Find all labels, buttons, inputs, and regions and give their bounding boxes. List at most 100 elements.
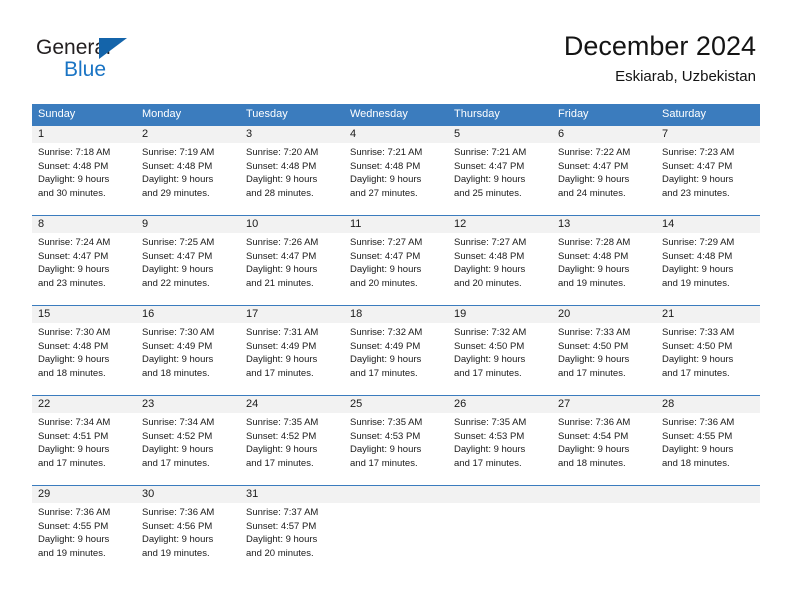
day-number[interactable]: 22 bbox=[32, 396, 136, 413]
day-number[interactable]: 9 bbox=[136, 216, 240, 233]
day-number[interactable]: 19 bbox=[448, 306, 552, 323]
sunset-text: Sunset: 4:55 PM bbox=[38, 520, 109, 532]
sunset-text: Sunset: 4:48 PM bbox=[246, 160, 317, 172]
day-number[interactable]: 25 bbox=[344, 396, 448, 413]
general-blue-logo[interactable]: General Blue bbox=[36, 36, 156, 84]
sunset-text: Sunset: 4:48 PM bbox=[38, 160, 109, 172]
daylight-text-line1: Daylight: 9 hours bbox=[246, 444, 318, 455]
week-detail-row: Sunrise: 7:18 AM Sunset: 4:48 PM Dayligh… bbox=[32, 143, 760, 215]
day-cell[interactable]: Sunrise: 7:30 AM Sunset: 4:49 PM Dayligh… bbox=[136, 323, 240, 395]
day-number[interactable]: 28 bbox=[656, 396, 760, 413]
daylight-text-line2: and 17 minutes. bbox=[350, 367, 418, 379]
day-cell[interactable]: Sunrise: 7:20 AM Sunset: 4:48 PM Dayligh… bbox=[240, 143, 344, 215]
day-cell[interactable]: Sunrise: 7:18 AM Sunset: 4:48 PM Dayligh… bbox=[32, 143, 136, 215]
day-cell[interactable]: Sunrise: 7:34 AM Sunset: 4:52 PM Dayligh… bbox=[136, 413, 240, 485]
daylight-text-line1: Daylight: 9 hours bbox=[142, 264, 214, 275]
calendar-grid: Sunday Monday Tuesday Wednesday Thursday… bbox=[32, 104, 760, 575]
calendar-week-row: 22 23 24 25 26 27 28 Sunrise: 7:34 AM Su… bbox=[32, 395, 760, 485]
day-number[interactable]: 31 bbox=[240, 486, 344, 503]
daylight-text-line2: and 25 minutes. bbox=[454, 187, 522, 199]
day-number[interactable]: 17 bbox=[240, 306, 344, 323]
day-number[interactable]: 12 bbox=[448, 216, 552, 233]
day-cell[interactable]: Sunrise: 7:32 AM Sunset: 4:49 PM Dayligh… bbox=[344, 323, 448, 395]
day-cell[interactable]: Sunrise: 7:27 AM Sunset: 4:48 PM Dayligh… bbox=[448, 233, 552, 305]
day-number[interactable]: 27 bbox=[552, 396, 656, 413]
day-cell[interactable]: Sunrise: 7:23 AM Sunset: 4:47 PM Dayligh… bbox=[656, 143, 760, 215]
sunrise-text: Sunrise: 7:36 AM bbox=[558, 417, 631, 428]
day-cell[interactable]: Sunrise: 7:24 AM Sunset: 4:47 PM Dayligh… bbox=[32, 233, 136, 305]
sunset-text: Sunset: 4:51 PM bbox=[38, 430, 109, 442]
daylight-text-line2: and 17 minutes. bbox=[142, 457, 210, 469]
day-number[interactable]: 10 bbox=[240, 216, 344, 233]
sunset-text: Sunset: 4:47 PM bbox=[350, 250, 421, 262]
day-cell[interactable]: Sunrise: 7:27 AM Sunset: 4:47 PM Dayligh… bbox=[344, 233, 448, 305]
day-number[interactable]: 23 bbox=[136, 396, 240, 413]
page-subtitle: Eskiarab, Uzbekistan bbox=[615, 68, 756, 85]
daylight-text-line1: Daylight: 9 hours bbox=[142, 174, 214, 185]
day-number[interactable]: 20 bbox=[552, 306, 656, 323]
day-number[interactable]: 11 bbox=[344, 216, 448, 233]
sunrise-text: Sunrise: 7:26 AM bbox=[246, 237, 319, 248]
day-cell[interactable]: Sunrise: 7:35 AM Sunset: 4:53 PM Dayligh… bbox=[448, 413, 552, 485]
sunset-text: Sunset: 4:47 PM bbox=[142, 250, 213, 262]
day-cell[interactable]: Sunrise: 7:26 AM Sunset: 4:47 PM Dayligh… bbox=[240, 233, 344, 305]
day-cell[interactable]: Sunrise: 7:29 AM Sunset: 4:48 PM Dayligh… bbox=[656, 233, 760, 305]
daylight-text-line2: and 18 minutes. bbox=[38, 367, 106, 379]
day-cell[interactable]: Sunrise: 7:36 AM Sunset: 4:54 PM Dayligh… bbox=[552, 413, 656, 485]
sunrise-text: Sunrise: 7:31 AM bbox=[246, 327, 319, 338]
day-cell[interactable]: Sunrise: 7:32 AM Sunset: 4:50 PM Dayligh… bbox=[448, 323, 552, 395]
day-cell[interactable]: Sunrise: 7:34 AM Sunset: 4:51 PM Dayligh… bbox=[32, 413, 136, 485]
day-cell[interactable]: Sunrise: 7:36 AM Sunset: 4:55 PM Dayligh… bbox=[32, 503, 136, 575]
sunset-text: Sunset: 4:52 PM bbox=[142, 430, 213, 442]
day-number[interactable]: 30 bbox=[136, 486, 240, 503]
day-cell[interactable]: Sunrise: 7:21 AM Sunset: 4:48 PM Dayligh… bbox=[344, 143, 448, 215]
day-cell[interactable]: Sunrise: 7:35 AM Sunset: 4:52 PM Dayligh… bbox=[240, 413, 344, 485]
sunset-text: Sunset: 4:52 PM bbox=[246, 430, 317, 442]
day-number[interactable]: 24 bbox=[240, 396, 344, 413]
sunset-text: Sunset: 4:48 PM bbox=[38, 340, 109, 352]
day-cell[interactable]: Sunrise: 7:22 AM Sunset: 4:47 PM Dayligh… bbox=[552, 143, 656, 215]
day-number[interactable]: 2 bbox=[136, 126, 240, 143]
day-number[interactable]: 6 bbox=[552, 126, 656, 143]
day-number[interactable]: 8 bbox=[32, 216, 136, 233]
day-number[interactable]: 3 bbox=[240, 126, 344, 143]
day-cell[interactable]: Sunrise: 7:36 AM Sunset: 4:55 PM Dayligh… bbox=[656, 413, 760, 485]
day-number[interactable]: 26 bbox=[448, 396, 552, 413]
day-number[interactable]: 29 bbox=[32, 486, 136, 503]
day-cell[interactable]: Sunrise: 7:36 AM Sunset: 4:56 PM Dayligh… bbox=[136, 503, 240, 575]
day-cell[interactable]: Sunrise: 7:30 AM Sunset: 4:48 PM Dayligh… bbox=[32, 323, 136, 395]
week-detail-row: Sunrise: 7:24 AM Sunset: 4:47 PM Dayligh… bbox=[32, 233, 760, 305]
day-number[interactable]: 18 bbox=[344, 306, 448, 323]
daylight-text-line1: Daylight: 9 hours bbox=[38, 354, 110, 365]
daylight-text-line1: Daylight: 9 hours bbox=[38, 264, 110, 275]
day-cell[interactable]: Sunrise: 7:37 AM Sunset: 4:57 PM Dayligh… bbox=[240, 503, 344, 575]
daylight-text-line2: and 17 minutes. bbox=[558, 367, 626, 379]
daylight-text-line2: and 22 minutes. bbox=[142, 277, 210, 289]
sunset-text: Sunset: 4:48 PM bbox=[142, 160, 213, 172]
sunset-text: Sunset: 4:55 PM bbox=[662, 430, 733, 442]
day-cell[interactable]: Sunrise: 7:21 AM Sunset: 4:47 PM Dayligh… bbox=[448, 143, 552, 215]
week-number-row: 29 30 31 bbox=[32, 486, 760, 503]
weekday-header-row: Sunday Monday Tuesday Wednesday Thursday… bbox=[32, 104, 760, 125]
day-number[interactable]: 14 bbox=[656, 216, 760, 233]
day-cell[interactable]: Sunrise: 7:35 AM Sunset: 4:53 PM Dayligh… bbox=[344, 413, 448, 485]
day-cell[interactable]: Sunrise: 7:31 AM Sunset: 4:49 PM Dayligh… bbox=[240, 323, 344, 395]
day-number[interactable]: 15 bbox=[32, 306, 136, 323]
day-number[interactable]: 5 bbox=[448, 126, 552, 143]
day-cell[interactable]: Sunrise: 7:33 AM Sunset: 4:50 PM Dayligh… bbox=[552, 323, 656, 395]
day-number[interactable]: 13 bbox=[552, 216, 656, 233]
daylight-text-line1: Daylight: 9 hours bbox=[246, 534, 318, 545]
sunrise-text: Sunrise: 7:34 AM bbox=[142, 417, 215, 428]
day-cell[interactable]: Sunrise: 7:25 AM Sunset: 4:47 PM Dayligh… bbox=[136, 233, 240, 305]
day-cell[interactable]: Sunrise: 7:33 AM Sunset: 4:50 PM Dayligh… bbox=[656, 323, 760, 395]
calendar-week-row: 1 2 3 4 5 6 7 Sunrise: 7:18 AM Sunset: 4… bbox=[32, 125, 760, 215]
day-number[interactable]: 16 bbox=[136, 306, 240, 323]
week-detail-row: Sunrise: 7:30 AM Sunset: 4:48 PM Dayligh… bbox=[32, 323, 760, 395]
day-cell[interactable]: Sunrise: 7:28 AM Sunset: 4:48 PM Dayligh… bbox=[552, 233, 656, 305]
daylight-text-line1: Daylight: 9 hours bbox=[350, 264, 422, 275]
day-number[interactable]: 7 bbox=[656, 126, 760, 143]
day-number[interactable]: 1 bbox=[32, 126, 136, 143]
day-number[interactable]: 21 bbox=[656, 306, 760, 323]
day-cell[interactable]: Sunrise: 7:19 AM Sunset: 4:48 PM Dayligh… bbox=[136, 143, 240, 215]
day-number[interactable]: 4 bbox=[344, 126, 448, 143]
